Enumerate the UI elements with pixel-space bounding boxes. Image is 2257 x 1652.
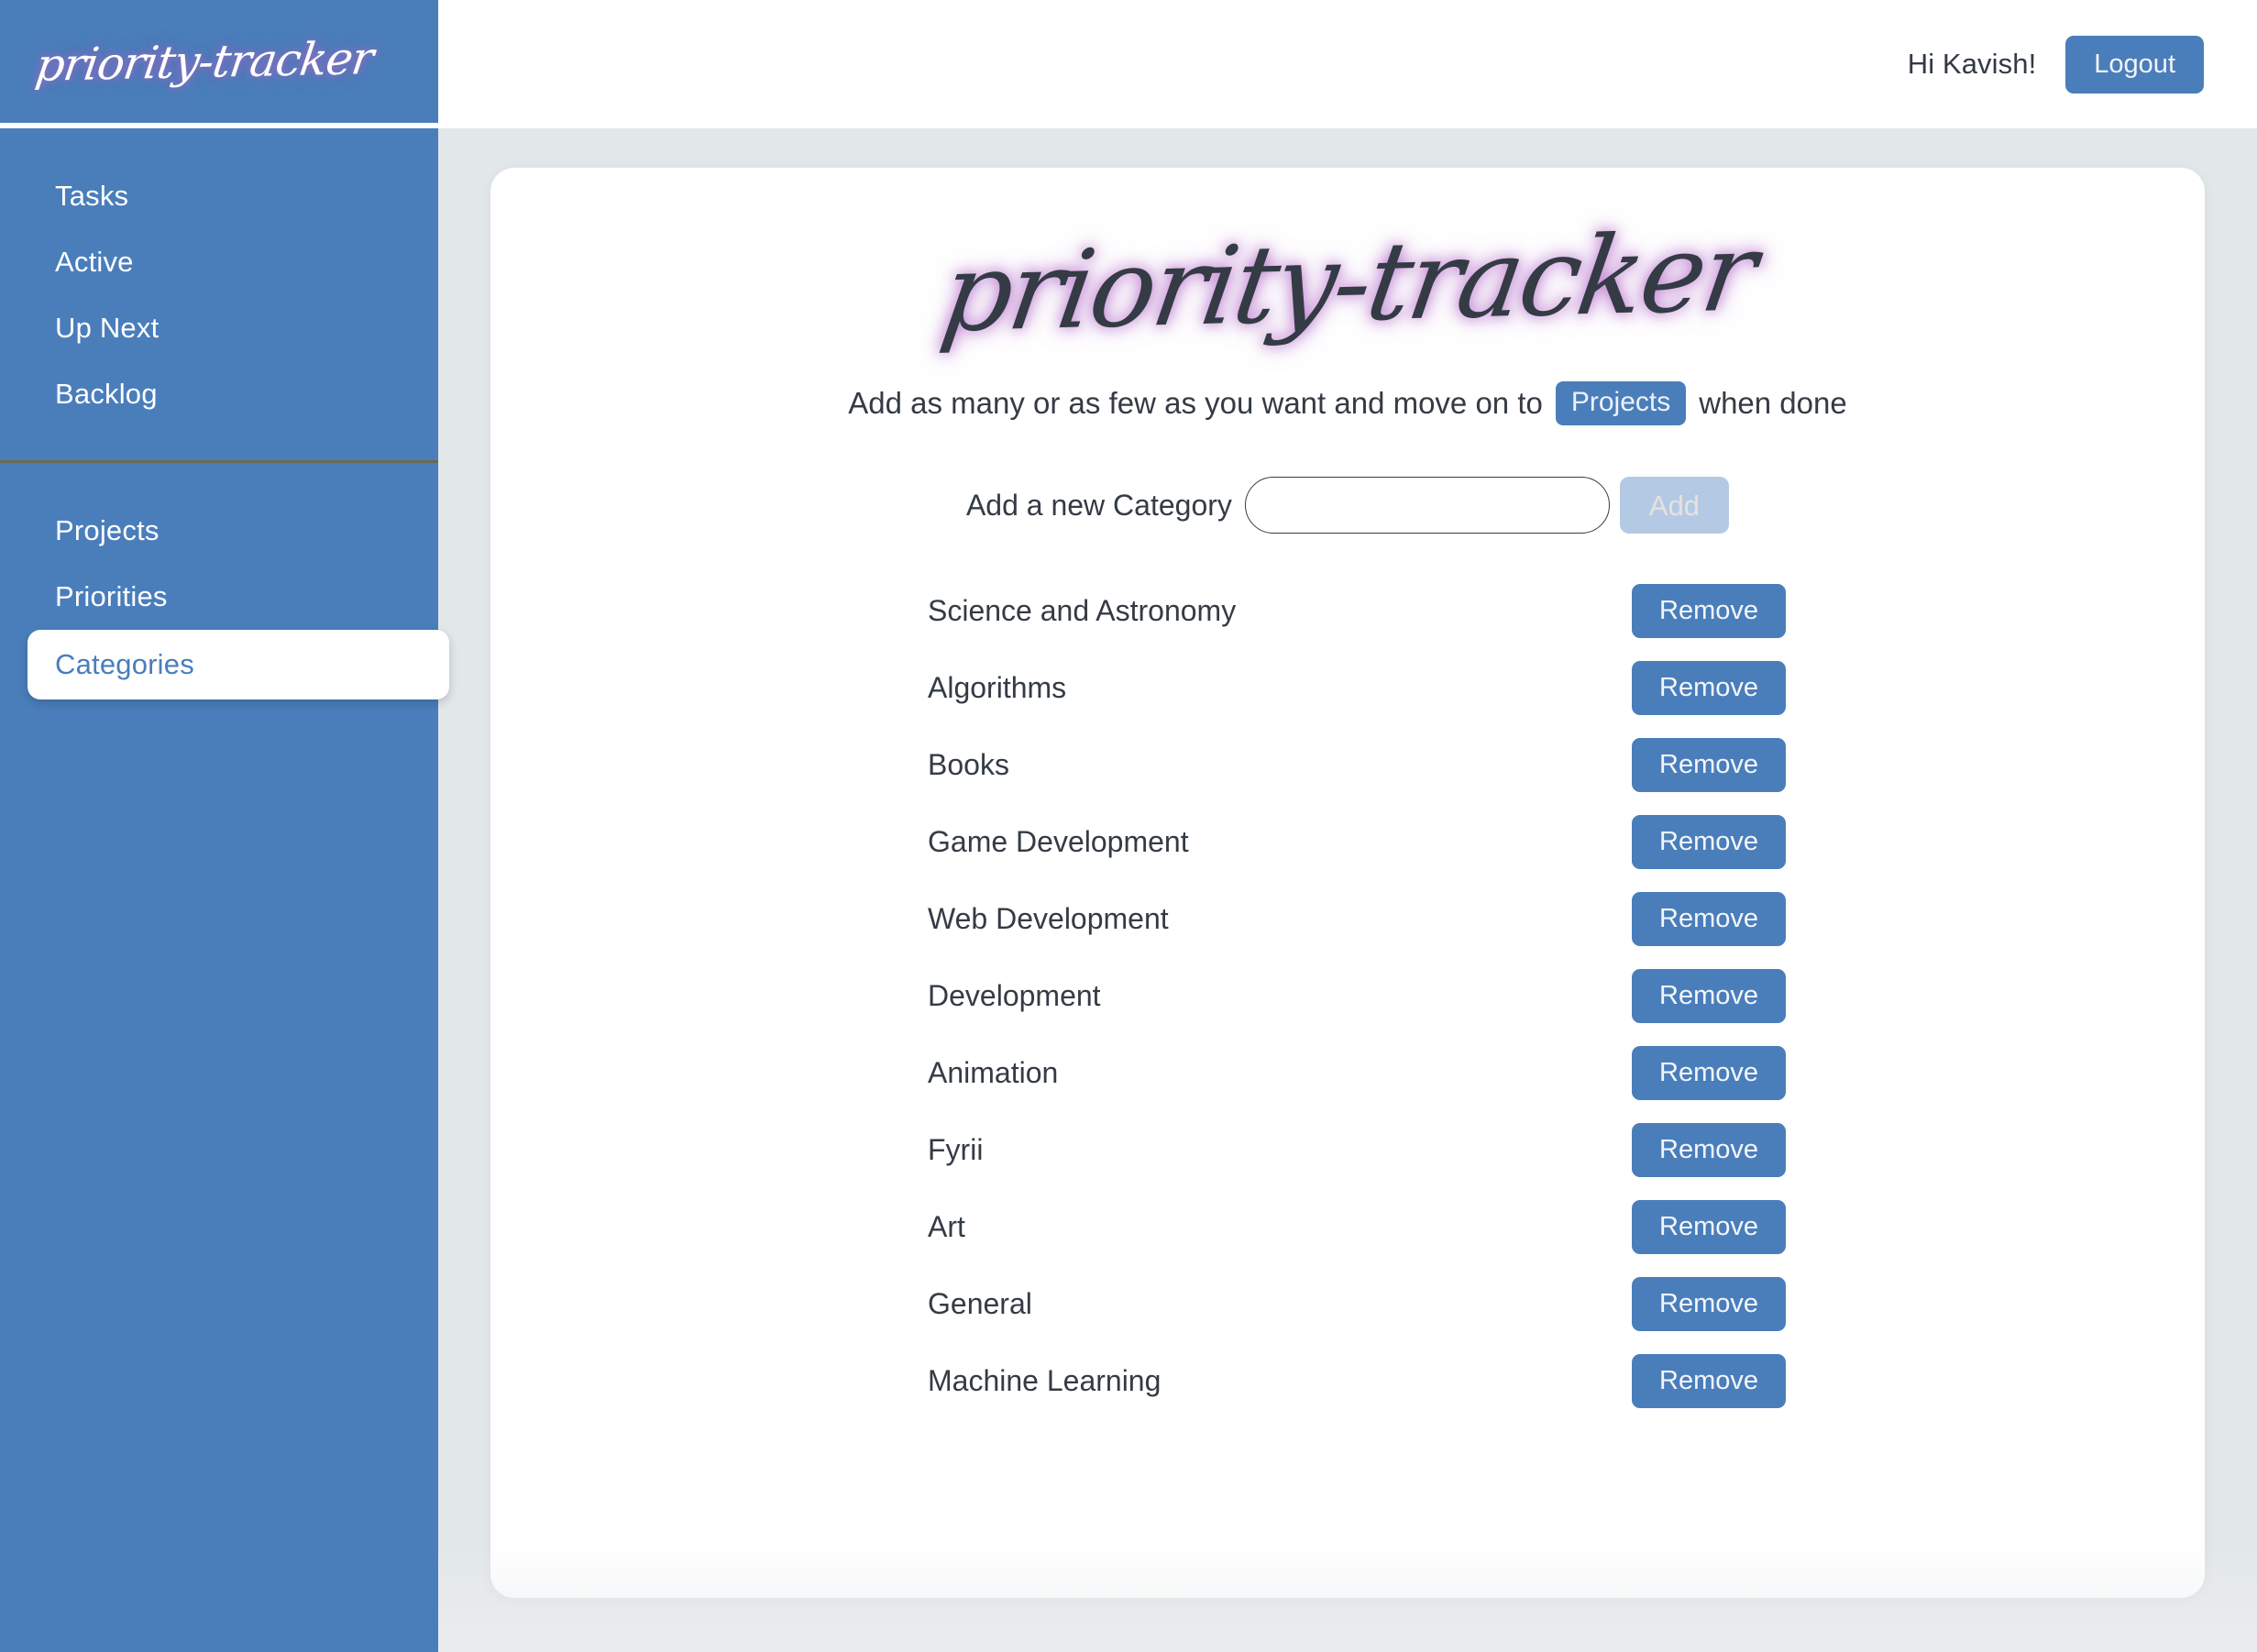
sidebar-item-label: Tasks (55, 180, 129, 212)
sidebar-brand-text: priority-tracker (32, 31, 377, 92)
remove-category-button[interactable]: Remove (1632, 1353, 1786, 1408)
remove-category-button[interactable]: Remove (1632, 891, 1786, 946)
category-list: Science and Astronomy Remove Algorithms … (909, 572, 1786, 1419)
main-card: priority-tracker Add as many or as few a… (490, 168, 2205, 1598)
page-title: priority-tracker (490, 209, 2205, 357)
logout-button[interactable]: Logout (2065, 35, 2204, 94)
table-row: General Remove (928, 1265, 1786, 1342)
category-name: Game Development (928, 824, 1189, 858)
subtitle-text-after: when done (1699, 386, 1847, 421)
remove-category-button[interactable]: Remove (1632, 814, 1786, 869)
projects-link-chip[interactable]: Projects (1555, 381, 1687, 426)
sidebar-item-up-next[interactable]: Up Next (0, 295, 438, 361)
sidebar-item-active[interactable]: Active (0, 229, 438, 295)
user-greeting: Hi Kavish! (1907, 48, 2037, 80)
sidebar: priority-tracker Tasks Active Up Next Ba… (0, 0, 449, 1652)
add-category-label: Add a new Category (965, 488, 1232, 522)
sidebar-item-label: Backlog (55, 378, 158, 410)
category-name: Books (928, 747, 1009, 781)
subtitle-text-before: Add as many or as few as you want and mo… (848, 386, 1543, 421)
remove-category-button[interactable]: Remove (1632, 1122, 1786, 1177)
category-name: Web Development (928, 901, 1169, 935)
remove-category-button[interactable]: Remove (1632, 1045, 1786, 1100)
sidebar-nav-tasks-group: Tasks Active Up Next Backlog (0, 128, 438, 460)
app-root: priority-tracker Tasks Active Up Next Ba… (0, 0, 2257, 1652)
table-row: Machine Learning Remove (928, 1342, 1786, 1419)
sidebar-item-categories[interactable]: Categories (28, 630, 449, 699)
sidebar-item-priorities[interactable]: Priorities (0, 564, 438, 630)
add-category-form: Add a new Category Add (490, 477, 2205, 534)
remove-category-button[interactable]: Remove (1632, 660, 1786, 715)
table-row: Development Remove (928, 957, 1786, 1034)
sidebar-item-backlog[interactable]: Backlog (0, 361, 438, 427)
table-row: Algorithms Remove (928, 649, 1786, 726)
table-row: Animation Remove (928, 1034, 1786, 1111)
category-name: Art (928, 1209, 965, 1243)
remove-category-button[interactable]: Remove (1632, 1199, 1786, 1254)
remove-category-button[interactable]: Remove (1632, 737, 1786, 792)
sidebar-item-label: Up Next (55, 312, 160, 344)
table-row: Fyrii Remove (928, 1111, 1786, 1188)
sidebar-item-projects[interactable]: Projects (0, 498, 438, 564)
category-name: Science and Astronomy (928, 593, 1237, 627)
table-row: Web Development Remove (928, 880, 1786, 957)
page-title-text: priority-tracker (933, 208, 1762, 357)
sidebar-nav-planning-group: Projects Priorities Categories (0, 463, 449, 732)
table-row: Science and Astronomy Remove (928, 572, 1786, 649)
category-name: Animation (928, 1055, 1059, 1089)
add-category-button[interactable]: Add (1619, 477, 1730, 534)
sidebar-item-label: Categories (55, 648, 194, 680)
remove-category-button[interactable]: Remove (1632, 968, 1786, 1023)
sidebar-item-label: Priorities (55, 580, 168, 612)
category-name: Machine Learning (928, 1363, 1162, 1397)
card-content: priority-tracker Add as many or as few a… (490, 168, 2205, 1419)
sidebar-logo[interactable]: priority-tracker (0, 0, 438, 123)
top-header: Hi Kavish! Logout (438, 0, 2257, 128)
category-name: Algorithms (928, 670, 1067, 704)
table-row: Books Remove (928, 726, 1786, 803)
sidebar-item-label: Active (55, 246, 134, 278)
new-category-input[interactable] (1244, 477, 1610, 534)
category-name: General (928, 1286, 1032, 1320)
page-subtitle: Add as many or as few as you want and mo… (490, 381, 2205, 426)
remove-category-button[interactable]: Remove (1632, 583, 1786, 638)
sidebar-item-label: Projects (55, 514, 160, 546)
table-row: Game Development Remove (928, 803, 1786, 880)
category-name: Development (928, 978, 1101, 1012)
category-name: Fyrii (928, 1132, 984, 1166)
sidebar-item-tasks[interactable]: Tasks (0, 163, 438, 229)
remove-category-button[interactable]: Remove (1632, 1276, 1786, 1331)
table-row: Art Remove (928, 1188, 1786, 1265)
